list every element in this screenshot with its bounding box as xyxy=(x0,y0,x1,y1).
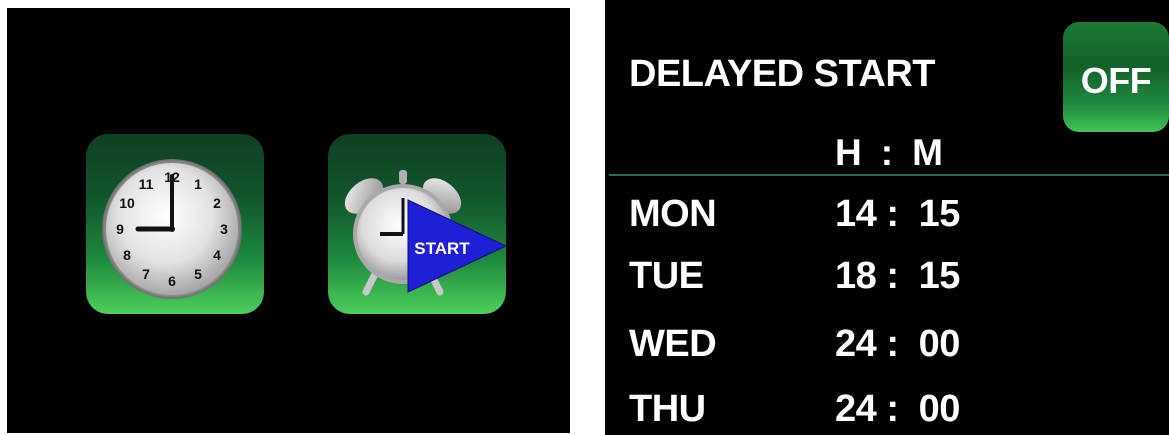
clock-numeral: 3 xyxy=(220,221,228,237)
schedule-row-mon: MON 14 : 15 xyxy=(605,190,1169,238)
clock-app-button[interactable]: 121234567891011 xyxy=(86,134,264,314)
schedule-row-tue: TUE 18 : 15 xyxy=(605,252,1169,300)
delayed-start-screen: DELAYED START OFF H : M MON 14 : 15 TUE … xyxy=(605,0,1169,435)
divider xyxy=(609,174,1169,176)
schedule-row-wed: WED 24 : 00 xyxy=(605,320,1169,368)
time-value[interactable]: 18 : 15 xyxy=(835,252,960,300)
clock-numeral: 6 xyxy=(168,273,176,289)
wall-clock-icon: 121234567891011 xyxy=(102,159,242,299)
clock-numeral: 1 xyxy=(194,176,202,192)
clock-numeral: 10 xyxy=(119,195,135,211)
day-label: TUE xyxy=(629,255,704,297)
clock-numeral: 4 xyxy=(213,247,221,263)
hours-minutes-header: H : M xyxy=(835,132,943,173)
off-toggle-button[interactable]: OFF xyxy=(1063,22,1169,132)
time-value[interactable]: 24 : 00 xyxy=(835,385,960,433)
clock-numeral: 5 xyxy=(194,266,202,282)
day-label: WED xyxy=(629,323,717,365)
off-toggle-label: OFF xyxy=(1080,60,1152,101)
schedule-row-thu: THU 24 : 00 xyxy=(605,385,1169,433)
clock-numeral: 7 xyxy=(142,266,150,282)
start-badge-label: START xyxy=(414,239,470,258)
clock-numeral: 11 xyxy=(139,176,154,192)
time-value[interactable]: 24 : 00 xyxy=(835,320,960,368)
clock-numeral: 9 xyxy=(116,221,124,237)
time-value[interactable]: 14 : 15 xyxy=(835,190,960,238)
clock-numeral: 8 xyxy=(123,247,131,263)
day-label: THU xyxy=(629,388,706,430)
day-label: MON xyxy=(629,193,717,235)
clock-numeral: 2 xyxy=(213,195,221,211)
delayed-start-app-button[interactable]: START xyxy=(328,134,506,314)
alarm-clock-start-icon: START xyxy=(344,170,506,296)
page-title: DELAYED START xyxy=(629,53,935,95)
home-screen: 121234567891011 xyxy=(7,8,570,433)
